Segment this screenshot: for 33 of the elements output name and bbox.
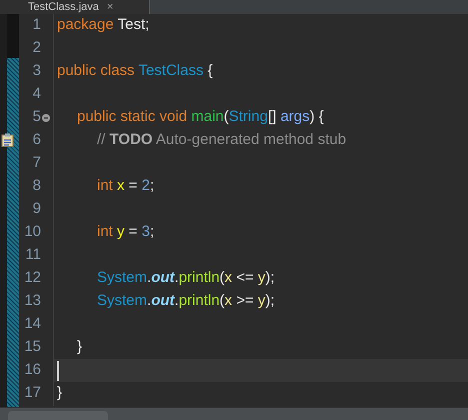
line-number: 1 [32, 15, 41, 36]
tab-title: TestClass.java [28, 0, 99, 14]
code-line: } [76, 337, 82, 358]
text-cursor [57, 360, 59, 380]
code-line: package Test; [57, 15, 150, 36]
editor-tab[interactable]: TestClass.java × [0, 0, 150, 14]
line-number: 9 [32, 199, 41, 220]
code-line: public class TestClass { [57, 61, 213, 82]
code-line: int y = 3; [96, 222, 154, 242]
code-line: System.out.println(x >= y); [96, 291, 275, 312]
code-line: } [57, 383, 62, 404]
collapse-icon[interactable] [42, 114, 50, 122]
line-number: 6 [32, 130, 41, 150]
close-icon[interactable]: × [106, 0, 114, 14]
line-number: 13 [23, 291, 41, 312]
code-line: // TODO Auto-generated method stub [96, 130, 346, 150]
line-number: 2 [32, 38, 41, 58]
line-number: 15 [23, 337, 41, 358]
line-number: 12 [23, 268, 41, 288]
line-number: 10 [23, 222, 41, 242]
clipboard-icon[interactable] [1, 133, 14, 147]
line-number: 16 [23, 360, 41, 380]
line-number: 5 [32, 107, 41, 128]
line-number: 4 [32, 84, 41, 104]
code-line: System.out.println(x <= y); [96, 268, 275, 288]
code-line: public static void main(String[] args) { [76, 107, 324, 128]
line-number: 11 [24, 245, 41, 266]
line-number: 17 [23, 383, 41, 404]
line-number: 3 [32, 61, 41, 82]
line-number: 8 [32, 176, 41, 196]
line-number: 7 [32, 153, 41, 174]
code-line: int x = 2; [96, 176, 154, 196]
line-number: 14 [23, 314, 41, 334]
